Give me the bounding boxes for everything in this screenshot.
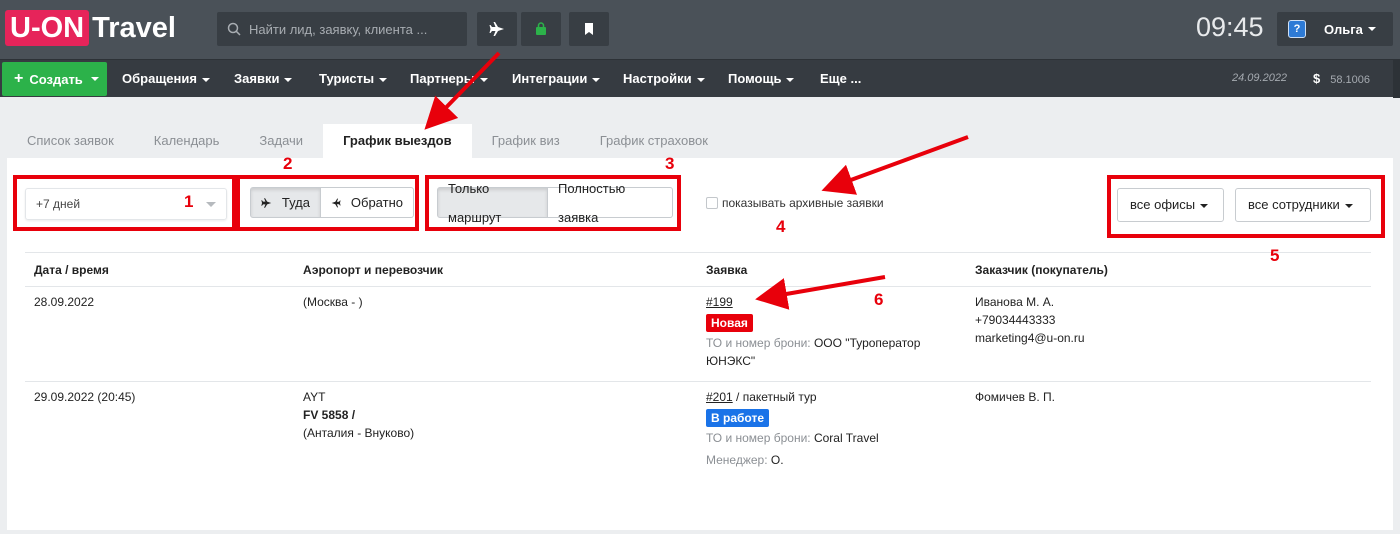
annotation-arrows <box>424 51 969 310</box>
arrow-to-archive-checkbox <box>821 135 969 195</box>
arrow-to-request-link <box>755 275 886 310</box>
arrow-to-departure-tab <box>424 51 501 130</box>
